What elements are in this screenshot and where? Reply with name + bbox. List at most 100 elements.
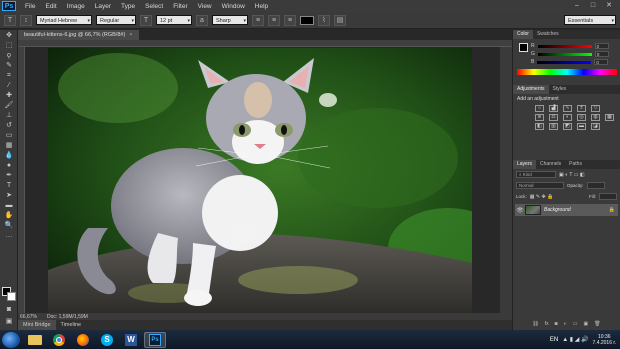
- chrome-icon[interactable]: [48, 332, 70, 348]
- character-panel-icon[interactable]: ▤: [334, 14, 346, 26]
- vertical-scrollbar[interactable]: [500, 47, 512, 313]
- eyedropper-tool-icon[interactable]: ⁄: [2, 81, 16, 90]
- tab-channels[interactable]: Channels: [536, 160, 565, 169]
- shape-tool-icon[interactable]: ▬: [2, 201, 16, 210]
- gradient-map-icon[interactable]: ▬: [577, 123, 586, 130]
- start-button[interactable]: [2, 331, 20, 348]
- close-icon[interactable]: ✕: [604, 2, 614, 10]
- antialias-select[interactable]: Sharp ▾: [212, 15, 248, 25]
- threshold-icon[interactable]: ◩: [563, 123, 572, 130]
- red-slider[interactable]: [537, 44, 592, 48]
- brightness-contrast-icon[interactable]: ☼: [535, 105, 544, 112]
- tray-icons[interactable]: ▲ ▮ ◢ 🔊: [562, 336, 588, 343]
- font-style-select[interactable]: Regular ▾: [96, 15, 136, 25]
- vibrance-icon[interactable]: ▽: [591, 105, 600, 112]
- add-mask-icon[interactable]: ◙: [555, 321, 558, 327]
- selective-color-icon[interactable]: ◪: [591, 123, 600, 130]
- file-explorer-icon[interactable]: [24, 332, 46, 348]
- blue-value[interactable]: 0: [594, 59, 609, 65]
- tab-styles[interactable]: Styles: [549, 85, 571, 94]
- workspace-select[interactable]: Essentials ▾: [564, 15, 616, 25]
- history-brush-tool-icon[interactable]: ↺: [2, 121, 16, 130]
- hue-saturation-icon[interactable]: ≋: [535, 114, 544, 121]
- new-group-icon[interactable]: ▭: [573, 321, 578, 327]
- text-orientation-icon[interactable]: ↕: [20, 14, 32, 26]
- foreground-color-swatch[interactable]: [519, 43, 528, 52]
- green-slider[interactable]: [537, 52, 592, 56]
- blend-mode-select[interactable]: Normal: [516, 182, 564, 189]
- eye-icon[interactable]: 👁: [515, 207, 525, 214]
- channel-mixer-icon[interactable]: ◍: [591, 114, 600, 121]
- delete-layer-icon[interactable]: 🗑: [594, 321, 600, 327]
- minimize-icon[interactable]: –: [572, 2, 582, 10]
- healing-brush-tool-icon[interactable]: ✚: [2, 91, 16, 100]
- warp-text-icon[interactable]: ⌇: [318, 14, 330, 26]
- invert-icon[interactable]: ◧: [535, 123, 544, 130]
- menu-filter[interactable]: Filter: [168, 3, 192, 10]
- crop-tool-icon[interactable]: ⌗: [2, 71, 16, 80]
- layer-row-background[interactable]: 👁 Background 🔒: [515, 204, 618, 216]
- layer-style-icon[interactable]: fx: [545, 321, 549, 327]
- maximize-icon[interactable]: □: [588, 2, 598, 10]
- layer-filter-kind[interactable]: ⌕ Kind: [516, 171, 556, 178]
- red-value[interactable]: 0: [594, 43, 609, 49]
- document-canvas[interactable]: [48, 48, 472, 313]
- menu-image[interactable]: Image: [62, 3, 90, 10]
- menu-type[interactable]: Type: [116, 3, 140, 10]
- lock-icons[interactable]: ▦ ✎ ✥ 🔒: [530, 194, 554, 200]
- clock[interactable]: 10:36 7.4.2016 г.: [593, 334, 616, 346]
- align-right-icon[interactable]: ≡: [284, 14, 296, 26]
- link-layers-icon[interactable]: ⛓: [532, 321, 538, 327]
- photoshop-taskbar-icon[interactable]: Ps: [144, 331, 166, 348]
- layer-name[interactable]: Background: [544, 207, 571, 213]
- tab-mini-bridge[interactable]: Mini Bridge: [18, 320, 56, 330]
- new-layer-icon[interactable]: ▣: [583, 321, 588, 327]
- filter-icons[interactable]: ▣ ◐ T ▭ ◧: [559, 172, 585, 178]
- curves-icon[interactable]: ∿: [563, 105, 572, 112]
- document-tab[interactable]: beautiful-kittens-6.jpg @ 66,7% (RGB/8#)…: [18, 30, 139, 40]
- menu-layer[interactable]: Layer: [90, 3, 116, 10]
- dodge-tool-icon[interactable]: ●: [2, 161, 16, 170]
- exposure-icon[interactable]: ±: [577, 105, 586, 112]
- menu-file[interactable]: File: [20, 3, 40, 10]
- quick-mask-icon[interactable]: ◙: [2, 305, 16, 314]
- menu-window[interactable]: Window: [217, 3, 250, 10]
- menu-edit[interactable]: Edit: [40, 3, 61, 10]
- close-tab-icon[interactable]: ×: [129, 32, 132, 38]
- align-left-icon[interactable]: ≡: [252, 14, 264, 26]
- hand-tool-icon[interactable]: ✋: [2, 211, 16, 220]
- font-size-select[interactable]: 12 pt ▾: [156, 15, 192, 25]
- screen-mode-icon[interactable]: ▣: [2, 317, 16, 326]
- move-tool-icon[interactable]: ✥: [2, 31, 16, 40]
- tab-paths[interactable]: Paths: [565, 160, 586, 169]
- gradient-tool-icon[interactable]: ▦: [2, 141, 16, 150]
- photo-filter-icon[interactable]: ◎: [577, 114, 586, 121]
- tab-layers[interactable]: Layers: [513, 160, 537, 169]
- quick-select-tool-icon[interactable]: ✎: [2, 61, 16, 70]
- tab-timeline[interactable]: Timeline: [56, 320, 87, 330]
- new-adjustment-icon[interactable]: ◐: [564, 321, 567, 327]
- eraser-tool-icon[interactable]: ▭: [2, 131, 16, 140]
- fill-field[interactable]: [599, 193, 617, 200]
- word-icon[interactable]: W: [120, 332, 142, 348]
- firefox-icon[interactable]: [72, 332, 94, 348]
- menu-help[interactable]: Help: [250, 3, 273, 10]
- zoom-level[interactable]: 66,67%: [20, 314, 37, 320]
- black-white-icon[interactable]: ◐: [563, 114, 572, 121]
- clone-stamp-tool-icon[interactable]: ⊥: [2, 111, 16, 120]
- blur-tool-icon[interactable]: 💧: [2, 151, 16, 160]
- background-color-swatch[interactable]: [7, 292, 16, 301]
- color-spectrum[interactable]: [517, 69, 617, 75]
- font-family-select[interactable]: Myriad Hebrew ▾: [36, 15, 92, 25]
- tab-color[interactable]: Color: [513, 30, 533, 39]
- type-tool-icon[interactable]: T: [2, 181, 16, 190]
- skype-icon[interactable]: S: [96, 332, 118, 348]
- type-tool-preset-icon[interactable]: T: [4, 14, 16, 26]
- path-selection-tool-icon[interactable]: ➤: [2, 191, 16, 200]
- brush-tool-icon[interactable]: 🖌: [2, 101, 16, 110]
- marquee-tool-icon[interactable]: ⬚: [2, 41, 16, 50]
- blue-slider[interactable]: [537, 60, 592, 64]
- menu-view[interactable]: View: [193, 3, 217, 10]
- color-lookup-icon[interactable]: ▦: [605, 114, 614, 121]
- tab-swatches[interactable]: Swatches: [533, 30, 563, 39]
